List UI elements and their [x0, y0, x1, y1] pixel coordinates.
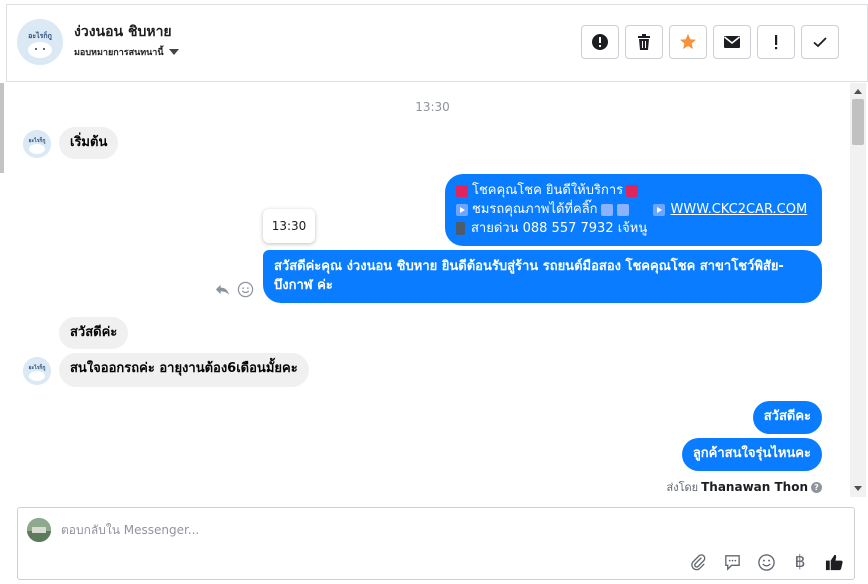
message-thread: 13:30 อะไรก็กู เริ่มต้น โชคคุณโชค ยินดีใ… [0, 83, 850, 497]
cartoon-avatar-icon: อะไรก็กู [23, 130, 51, 158]
website-link[interactable]: WWW.CKC2CAR.COM [671, 200, 808, 219]
saved-reply-button[interactable] [722, 552, 742, 572]
cartoon-avatar-icon: อะไรก็กู [17, 19, 63, 65]
trash-icon [638, 34, 650, 50]
payment-button[interactable]: ฿ [790, 552, 810, 572]
promo-line: สายด่วน 088 557 7932 เจ้หนู [456, 219, 811, 238]
svg-text:อะไรก็กู: อะไรก็กู [29, 363, 46, 372]
message-incoming[interactable]: สนใจออกรถค่ะ อายุงานต้อง6เดือนมั้ยคะ [59, 353, 309, 387]
help-icon[interactable]: ? [811, 481, 822, 493]
scroll-thumb[interactable] [852, 99, 864, 145]
follow-up-button[interactable] [757, 25, 795, 59]
contact-avatar-small[interactable]: อะไรก็กู [23, 130, 51, 158]
paperclip-icon [690, 553, 705, 570]
saved-reply-icon [724, 554, 740, 571]
star-icon [680, 34, 696, 49]
thread-scrollbar[interactable] [850, 83, 866, 497]
attach-button[interactable] [688, 552, 708, 572]
chevron-down-icon [168, 49, 179, 55]
promo-text: ชมรถคุณภาพได้ที่คลิ๊ก [472, 202, 598, 217]
envelope-icon [724, 36, 740, 48]
sender-name[interactable]: Thanawan Thon [701, 480, 808, 494]
delete-button[interactable] [625, 25, 663, 59]
contact-name: ง่วงนอน ชิบหาย [74, 24, 172, 40]
play-emoji-icon [652, 203, 665, 216]
star-button[interactable] [669, 25, 707, 59]
promo-line: ชมรถคุณภาพได้ที่คลิ๊ก WWW.CKC2CAR.COM [456, 200, 811, 219]
message-outgoing-promo[interactable]: โชคคุณโชค ยินดีให้บริการ ชมรถคุณภาพได้ที… [445, 174, 822, 246]
alert-circle-icon [592, 34, 608, 50]
down-arrow-emoji-icon [600, 203, 613, 216]
reply-icon[interactable] [214, 281, 231, 298]
sparkle-emoji-icon [456, 184, 468, 197]
exclamation-icon [775, 35, 778, 50]
phone-emoji-icon [456, 222, 465, 235]
sparkle-emoji-icon [626, 184, 639, 197]
message-outgoing[interactable]: ลูกค้าสนใจรุ่นไหนคะ [681, 438, 822, 471]
contact-avatar[interactable]: อะไรก็กู [17, 19, 63, 65]
message-outgoing[interactable]: สวัสดีค่ะคุณ ง่วงนอน ชิบหาย ยินดีต้อนรับ… [263, 250, 822, 303]
page-avatar [27, 518, 51, 542]
conversation-header: อะไรก็กู ง่วงนอน ชิบหาย มอบหมายการสนทนาน… [6, 4, 868, 82]
page-photo-icon [27, 518, 51, 542]
assign-label: มอบหมายการสนทนานี้ [74, 48, 164, 58]
contact-avatar-small[interactable]: อะไรก็กู [23, 357, 51, 385]
time-tooltip: 13:30 [263, 209, 315, 243]
scroll-up-arrow-icon[interactable] [854, 89, 862, 94]
spam-button[interactable] [581, 25, 619, 59]
mark-done-button[interactable] [801, 25, 839, 59]
emoji-button[interactable] [756, 552, 776, 572]
sent-by-prefix: ส่งโดย [666, 481, 699, 494]
play-emoji-icon [456, 203, 468, 216]
promo-line: โชคคุณโชค ยินดีให้บริการ [456, 181, 811, 200]
like-button[interactable] [824, 552, 844, 572]
baht-icon: ฿ [794, 552, 806, 572]
svg-text:อะไรก็กู: อะไรก็กู [29, 136, 46, 145]
reaction-emoji-icon[interactable] [237, 281, 254, 298]
message-outgoing[interactable]: สวัสดีคะ [752, 401, 822, 434]
sent-by-label: ส่งโดย Thanawan Thon ? [667, 478, 822, 496]
message-composer: ฿ [17, 507, 855, 580]
scroll-down-arrow-icon[interactable] [854, 486, 862, 491]
down-arrow-emoji-icon [616, 203, 629, 216]
thread-timestamp: 13:30 [415, 100, 450, 114]
promo-text: โชคคุณโชค ยินดีให้บริการ [472, 183, 624, 198]
svg-text:อะไรก็กู: อะไรก็กู [28, 31, 52, 41]
cartoon-avatar-icon: อะไรก็กู [23, 357, 51, 385]
mark-unread-button[interactable] [713, 25, 751, 59]
reply-input[interactable] [61, 518, 661, 542]
promo-text: สายด่วน 088 557 7932 เจ้หนู [471, 221, 648, 236]
assign-conversation-dropdown[interactable]: มอบหมายการสนทนานี้ [74, 45, 179, 59]
message-incoming[interactable]: สวัสดีค่ะ [59, 317, 129, 349]
message-incoming[interactable]: เริ่มต้น [59, 127, 119, 159]
emoji-icon [757, 553, 775, 571]
check-icon [813, 37, 827, 48]
composer-tools: ฿ [688, 552, 844, 572]
header-actions [581, 25, 839, 59]
like-icon [825, 554, 843, 570]
message-tools [214, 281, 254, 298]
